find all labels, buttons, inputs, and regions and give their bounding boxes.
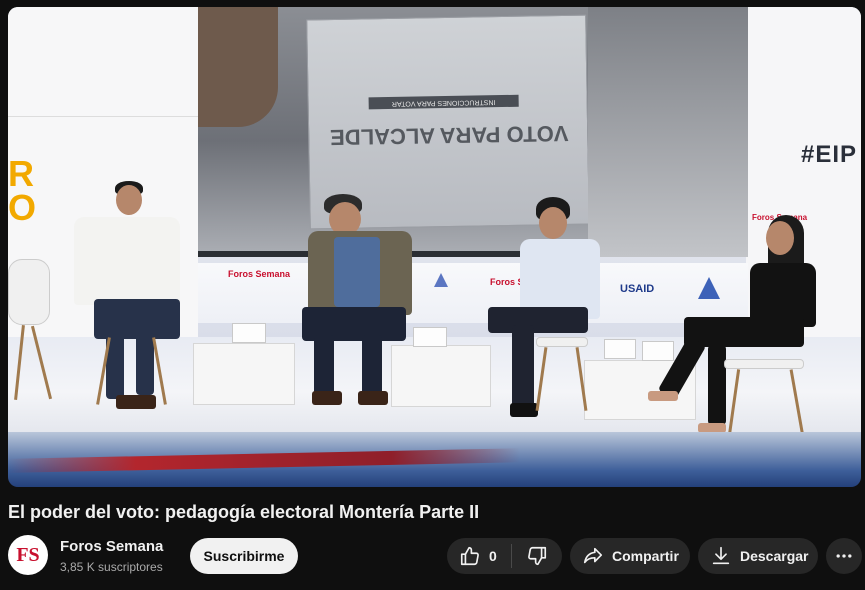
sponsor-logo: Foros Semana: [228, 269, 291, 279]
share-arrow-icon: [582, 545, 604, 567]
avatar-text: FS: [16, 543, 40, 566]
subscriber-count: 3,85 K suscriptores: [60, 560, 163, 574]
projection-screen: INSTRUCCIONES PARA VOTAR VOTO PARA ALCAL…: [198, 7, 748, 257]
usaid-logo: USAID: [620, 283, 655, 295]
sponsor-triangle-icon: [434, 273, 448, 287]
dislike-button[interactable]: [512, 538, 562, 574]
channel-name[interactable]: Foros Semana: [60, 538, 163, 555]
nameplate: [413, 327, 447, 347]
stage-table: [193, 343, 295, 405]
event-hashtag: #EIP: [800, 141, 857, 168]
like-count: 0: [489, 548, 497, 564]
nameplate: [604, 339, 636, 359]
cesa-logo-icon: [698, 277, 720, 299]
share-button[interactable]: Compartir: [570, 538, 690, 574]
sponsor-banner: Foros Semana Foros Sema USAID: [198, 263, 748, 323]
nameplate: [232, 323, 266, 343]
video-frame: R O #EIP Foros Semana INSTRUCCIONES PARA…: [8, 7, 861, 487]
panel-chair: [536, 337, 588, 347]
nameplate: [642, 341, 674, 361]
channel-avatar[interactable]: FS: [8, 535, 48, 575]
video-player[interactable]: R O #EIP Foros Semana INSTRUCCIONES PARA…: [8, 7, 861, 487]
stage-table: [391, 345, 491, 407]
download-button[interactable]: Descargar: [698, 538, 818, 574]
video-title: El poder del voto: pedagogía electoral M…: [8, 502, 480, 522]
empty-chair: [8, 259, 50, 325]
subscribe-button[interactable]: Suscribirme: [190, 538, 298, 574]
like-button[interactable]: 0: [447, 538, 511, 574]
thumbs-down-icon: [526, 545, 548, 567]
thumbs-up-icon: [459, 545, 481, 567]
like-dislike-group: 0: [447, 538, 562, 574]
more-horizontal-icon: [834, 546, 854, 566]
download-label: Descargar: [740, 548, 809, 564]
stage-front: [8, 432, 861, 487]
panel-chair: [724, 359, 804, 369]
more-actions-button[interactable]: [826, 538, 862, 574]
share-label: Compartir: [612, 548, 679, 564]
side-letters: R O: [8, 153, 37, 228]
download-icon: [710, 545, 732, 567]
